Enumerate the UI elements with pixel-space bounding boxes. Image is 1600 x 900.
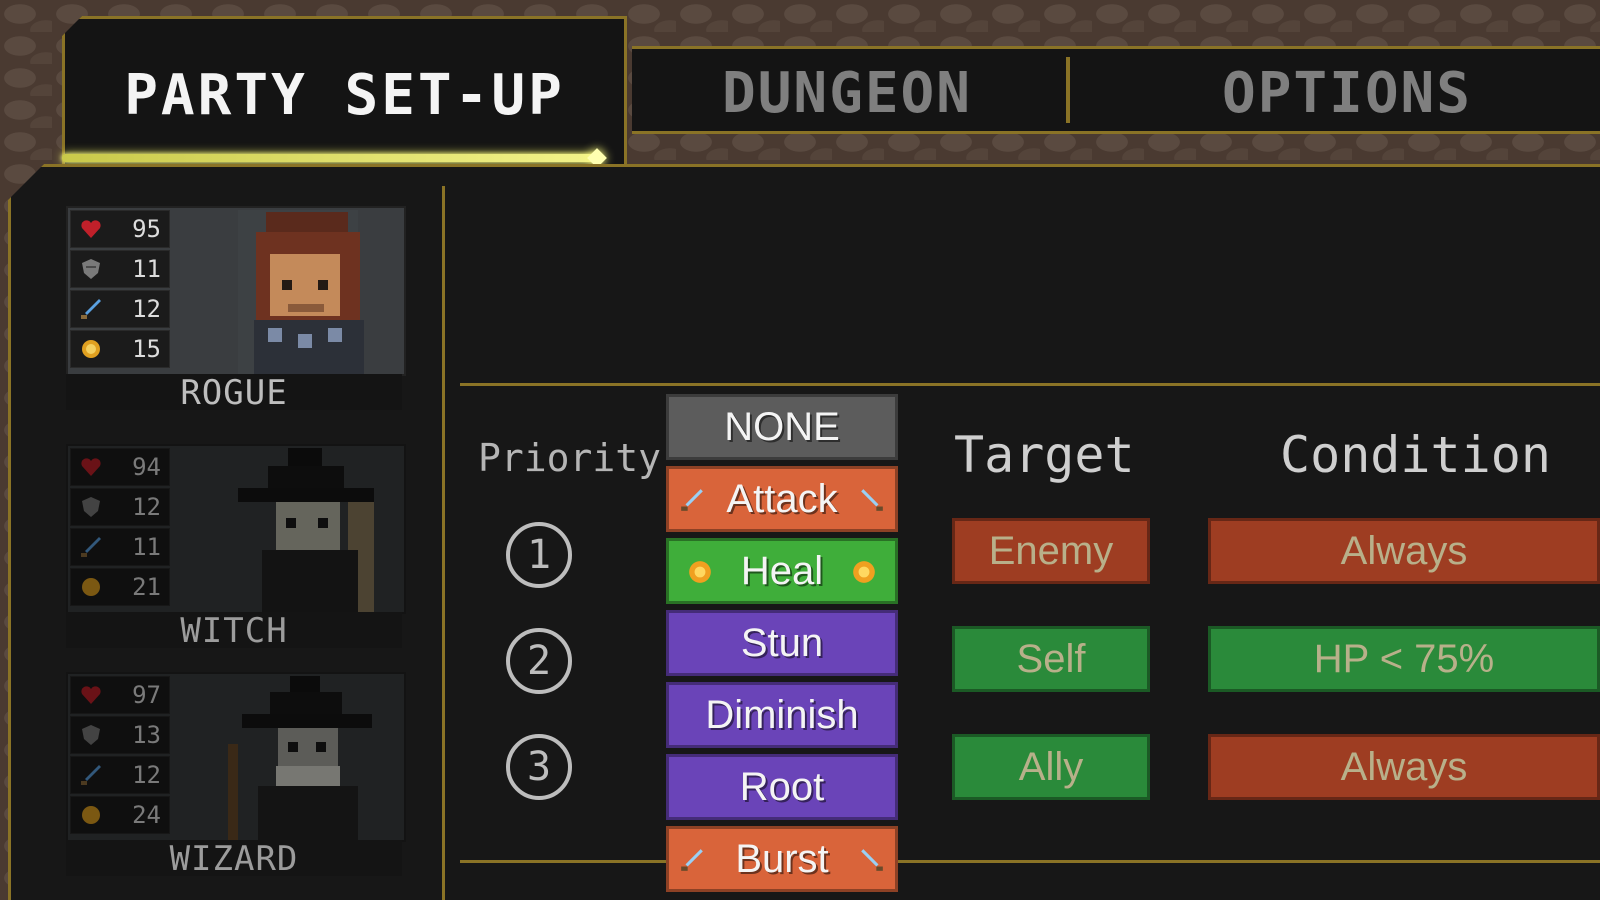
stat-hp-value: 97 — [132, 681, 161, 709]
skill-attack[interactable]: Attack — [666, 466, 898, 532]
stat-attack-value: 12 — [132, 295, 161, 323]
stat-hp: 97 — [70, 676, 170, 714]
stat-attack: 11 — [70, 528, 170, 566]
priority-3: 3 — [506, 734, 572, 800]
skill-heal[interactable]: Heal — [666, 538, 898, 604]
skill-stun-label: Stun — [740, 621, 824, 665]
sword-icon — [81, 765, 101, 785]
skill-diminish[interactable]: Diminish — [666, 682, 898, 748]
sun-icon — [853, 561, 875, 583]
tab-options[interactable]: OPTIONS — [1172, 61, 1522, 126]
witch-sprite — [238, 448, 374, 612]
sun-icon — [82, 578, 100, 596]
skill-burst[interactable]: Burst — [666, 826, 898, 892]
party-card-wizard[interactable]: 97 13 12 24 WIZARD — [66, 672, 406, 878]
tab-party-setup-label: PARTY SET-UP — [124, 63, 565, 128]
skill-root-label: Root — [739, 765, 825, 809]
stat-magic-value: 21 — [132, 573, 161, 601]
priority-heading: Priority — [478, 436, 662, 480]
witch-name: WITCH — [66, 612, 402, 650]
sun-icon — [82, 806, 100, 824]
skill-none-label: NONE — [724, 405, 840, 449]
stat-defense: 11 — [70, 250, 170, 288]
rogue-stats: 95 11 12 15 — [70, 210, 170, 370]
heart-icon — [81, 220, 101, 238]
priority-2: 2 — [506, 628, 572, 694]
witch-stats: 94 12 11 21 — [70, 448, 170, 608]
stat-magic-value: 15 — [132, 335, 161, 363]
wizard-stats: 97 13 12 24 — [70, 676, 170, 836]
skill-heal-label: Heal — [740, 549, 824, 593]
shield-icon — [82, 259, 100, 279]
sword-icon — [681, 489, 703, 511]
sun-icon — [82, 340, 100, 358]
tab-bar: DUNGEON OPTIONS — [632, 46, 1600, 134]
panel-divider — [442, 186, 445, 900]
condition-select-2[interactable]: HP < 75% — [1208, 626, 1600, 692]
stat-hp-value: 95 — [132, 215, 161, 243]
stat-magic: 24 — [70, 796, 170, 834]
stat-defense-value: 13 — [132, 721, 161, 749]
stat-defense: 12 — [70, 488, 170, 526]
target-heading: Target — [954, 426, 1135, 484]
stat-attack-value: 12 — [132, 761, 161, 789]
tab-divider — [1066, 57, 1070, 123]
condition-select-3[interactable]: Always — [1208, 734, 1600, 800]
stat-hp-value: 94 — [132, 453, 161, 481]
target-select-3[interactable]: Ally — [952, 734, 1150, 800]
skill-none[interactable]: NONE — [666, 394, 898, 460]
rogue-sprite — [238, 210, 364, 374]
skill-area-bottom-divider — [460, 860, 1600, 863]
party-card-rogue[interactable]: 95 11 12 15 ROGUE — [66, 206, 406, 412]
condition-heading: Condition — [1280, 426, 1551, 484]
stat-attack: 12 — [70, 756, 170, 794]
stat-hp: 95 — [70, 210, 170, 248]
target-select-1[interactable]: Enemy — [952, 518, 1150, 584]
sword-icon — [81, 299, 101, 319]
shield-icon — [82, 725, 100, 745]
wizard-name: WIZARD — [66, 840, 402, 878]
stat-magic: 21 — [70, 568, 170, 606]
sword-icon — [861, 489, 883, 511]
sun-icon — [689, 561, 711, 583]
stat-attack-value: 11 — [132, 533, 161, 561]
skill-area-top-divider — [460, 383, 1600, 386]
skill-stun[interactable]: Stun — [666, 610, 898, 676]
stat-magic: 15 — [70, 330, 170, 368]
sword-icon — [81, 537, 101, 557]
party-card-witch[interactable]: 94 12 11 21 WITCH — [66, 444, 406, 650]
sword-icon — [861, 849, 883, 871]
shield-icon — [82, 497, 100, 517]
wizard-sprite — [228, 676, 372, 840]
tab-dungeon[interactable]: DUNGEON — [672, 61, 1022, 126]
heart-icon — [81, 686, 101, 704]
stat-magic-value: 24 — [132, 801, 161, 829]
condition-select-1[interactable]: Always — [1208, 518, 1600, 584]
skill-attack-label: Attack — [726, 477, 838, 521]
stat-hp: 94 — [70, 448, 170, 486]
stat-defense: 13 — [70, 716, 170, 754]
stat-defense-value: 11 — [132, 255, 161, 283]
rogue-name: ROGUE — [66, 374, 402, 412]
stat-attack: 12 — [70, 290, 170, 328]
active-tab-indicator — [62, 154, 600, 162]
tab-party-setup[interactable]: PARTY SET-UP — [62, 16, 627, 166]
skill-diminish-label: Diminish — [705, 693, 859, 737]
stat-defense-value: 12 — [132, 493, 161, 521]
skill-root[interactable]: Root — [666, 754, 898, 820]
target-select-2[interactable]: Self — [952, 626, 1150, 692]
heart-icon — [81, 458, 101, 476]
skill-burst-label: Burst — [735, 837, 829, 881]
priority-1: 1 — [506, 522, 572, 588]
sword-icon — [681, 849, 703, 871]
